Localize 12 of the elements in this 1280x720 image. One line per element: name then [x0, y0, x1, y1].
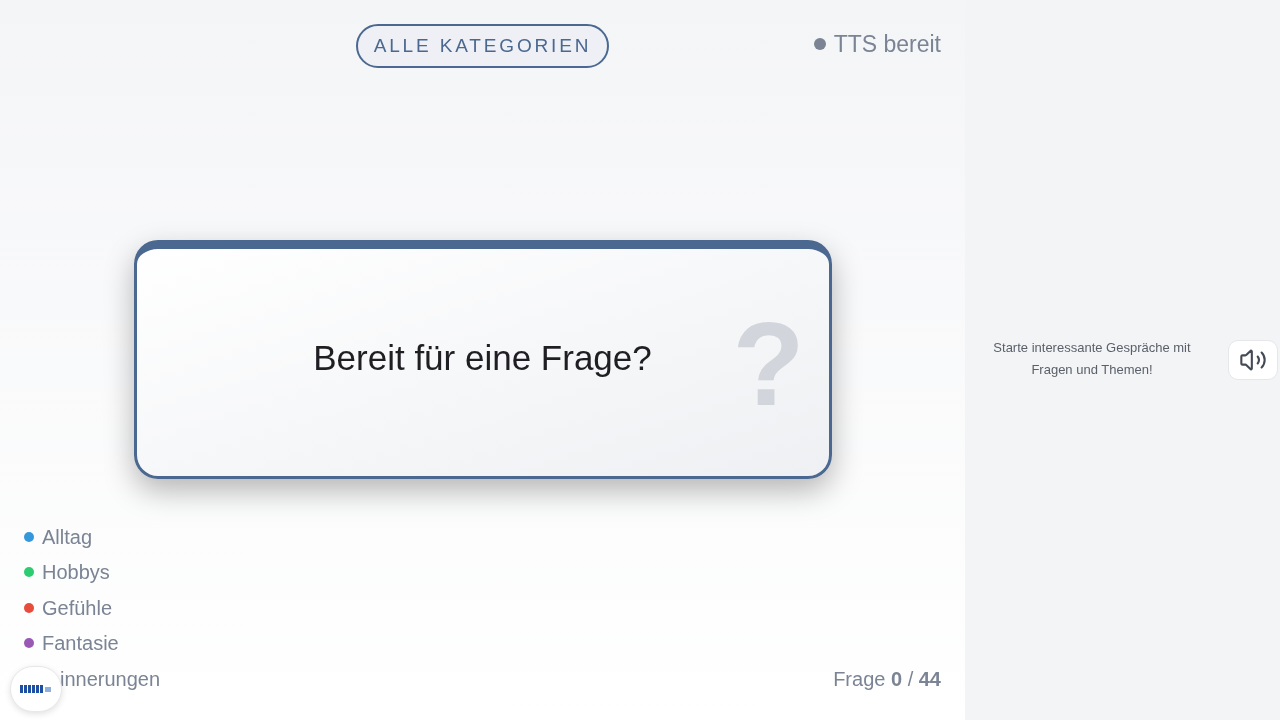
tts-status-text: TTS bereit: [833, 29, 941, 59]
category-label: innerungen: [60, 666, 161, 692]
question-mark-watermark: ?: [732, 305, 805, 423]
category-label: Hobbys: [42, 560, 110, 586]
category-label: Alltag: [42, 524, 93, 550]
category-label: Gefühle: [42, 595, 113, 621]
category-label: Fantasie: [42, 631, 119, 657]
speaker-button[interactable]: [1228, 340, 1278, 380]
conversation-hint: Starte interessante Gespräche mit Fragen und Themen!: [992, 339, 1192, 379]
all-categories-button[interactable]: ALLE KATEGORIEN: [355, 24, 610, 68]
question-text: Bereit für eine Frage?: [313, 337, 652, 380]
question-counter: Frage 0 / 44: [833, 666, 941, 692]
